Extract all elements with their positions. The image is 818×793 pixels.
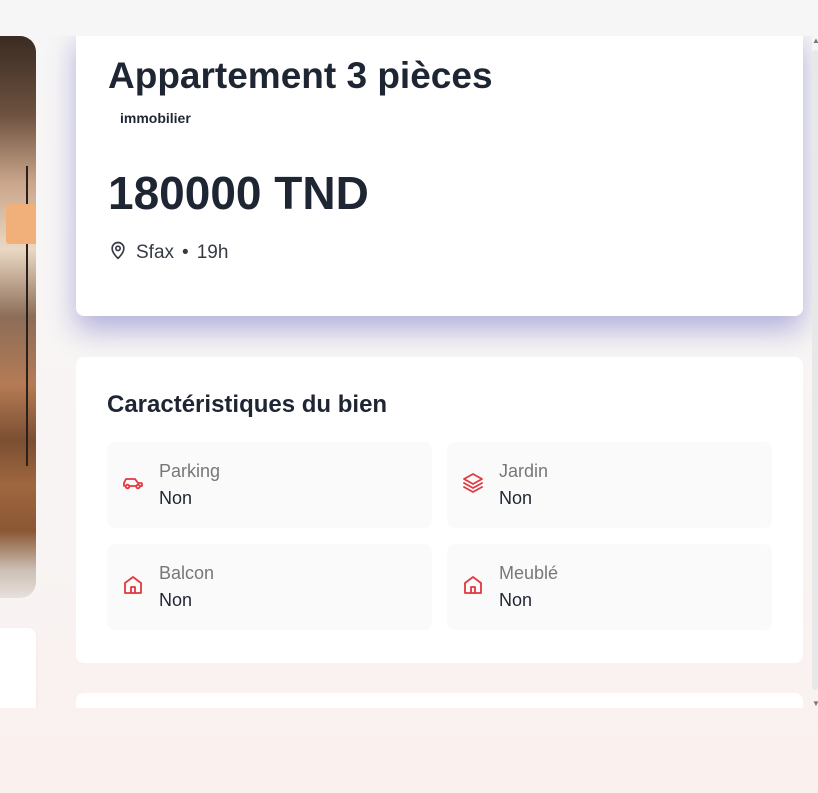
scroll-up-arrow[interactable]: ▲ [812,36,818,45]
feature-label: Parking [159,461,221,481]
car-icon [121,471,159,500]
scrollbar-thumb[interactable] [812,50,818,690]
feature-label: Meublé [499,563,559,583]
feature-value: Non [159,590,193,610]
layers-icon [461,471,499,500]
feature-label: Balcon [159,563,215,583]
listing-title: Appartement 3 pièces [108,55,493,96]
listing-location: Sfax [136,242,175,263]
next-section-card [76,693,803,708]
listing-photo[interactable] [0,36,36,598]
features-title: Caractéristiques du bien [107,391,388,418]
feature-jardin: Jardin Non [447,442,772,528]
scroll-down-arrow[interactable]: ▼ [812,699,818,708]
feature-parking: Parking Non [107,442,432,528]
listing-header-card: Appartement 3 pièces immobilier 180000 T… [76,36,803,316]
photo-detail [6,204,36,244]
listing-posted-time: 19h [196,242,229,263]
feature-meuble: Meublé Non [447,544,772,630]
home-icon [461,573,499,602]
feature-value: Non [499,590,533,610]
features-card: Caractéristiques du bien Parking Non Jar… [76,357,803,663]
home-icon [121,573,159,602]
feature-value: Non [499,488,533,508]
page-viewport: Appartement 3 pièces immobilier 180000 T… [0,36,812,708]
map-pin-icon [108,240,128,266]
feature-label: Jardin [499,461,549,481]
listing-meta: Sfax • 19h [108,240,771,266]
category-badge: immobilier [120,110,191,126]
features-grid: Parking Non Jardin Non Balcon Non Meublé… [107,442,772,630]
meta-separator: • [182,242,189,263]
side-card [0,628,36,708]
scrollbar[interactable]: ▲ ▼ [812,36,818,708]
feature-balcon: Balcon Non [107,544,432,630]
feature-value: Non [159,488,193,508]
listing-price: 180000 TND [108,167,369,219]
